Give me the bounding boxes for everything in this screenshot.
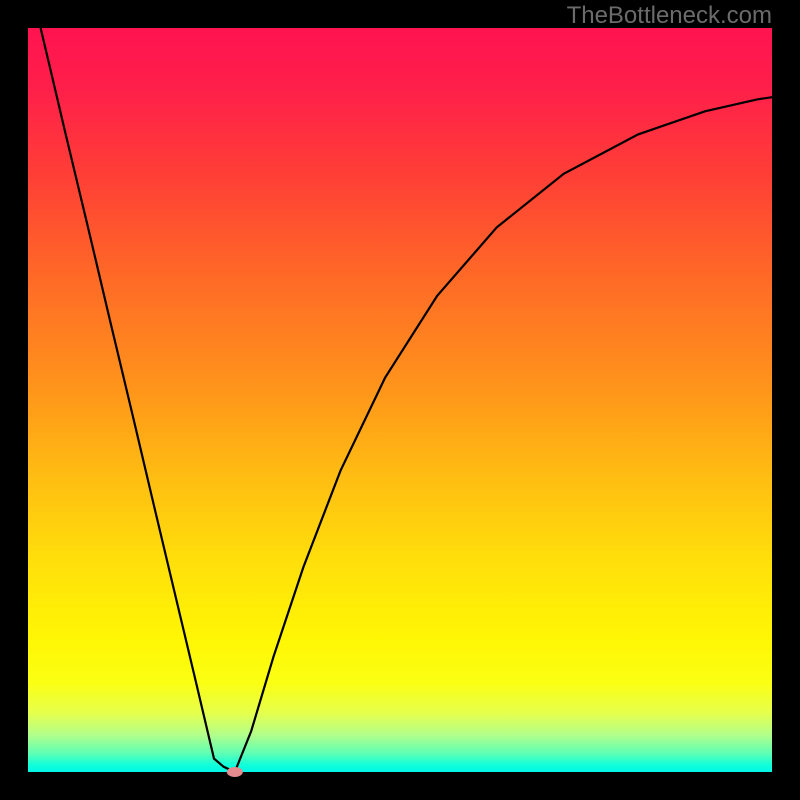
watermark-text: TheBottleneck.com (567, 2, 772, 30)
chart-frame: TheBottleneck.com (0, 0, 800, 800)
plot-area (28, 28, 772, 772)
